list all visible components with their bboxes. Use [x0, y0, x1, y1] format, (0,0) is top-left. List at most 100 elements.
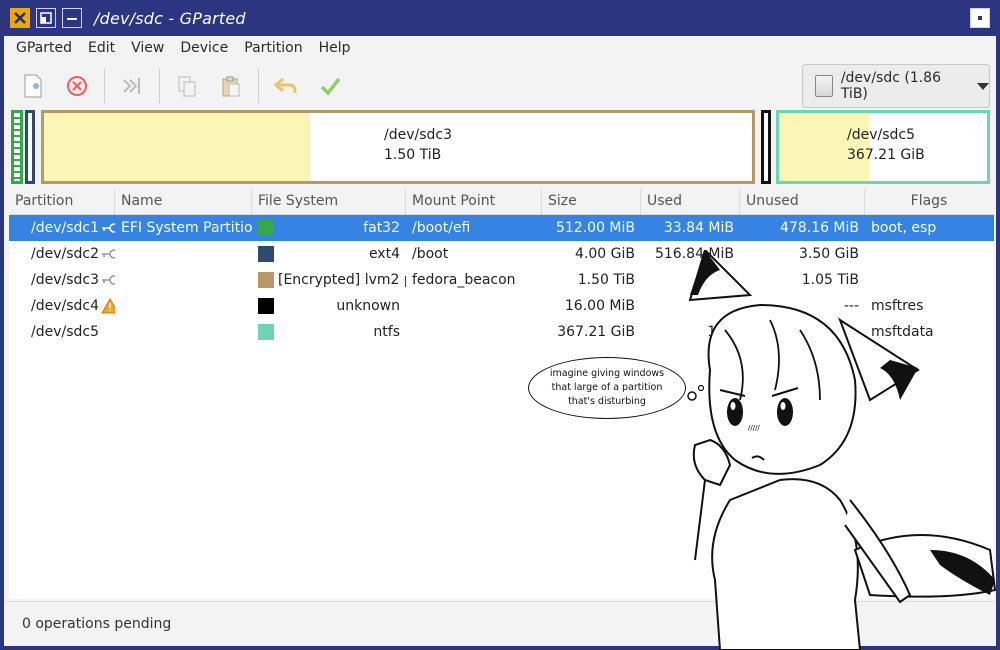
partition-label: /dev/sdc3: [31, 272, 100, 288]
table-header: Partition Name File System Mount Point S…: [9, 189, 994, 215]
column-header-partition[interactable]: Partition: [9, 189, 115, 214]
undo-icon: [273, 77, 297, 93]
toolbar-separator: [258, 69, 259, 103]
resize-move-button[interactable]: [113, 67, 151, 105]
close-button[interactable]: [10, 8, 30, 28]
title-bar: /dev/sdc - GParted: [4, 0, 996, 36]
resize-move-icon: [123, 78, 140, 94]
used-space-fill: [44, 113, 310, 181]
name-cell: EFI System Partition: [121, 220, 252, 236]
segment-name: /dev/sdc5: [847, 127, 916, 143]
window-menu-button[interactable]: [970, 8, 990, 28]
apply-button[interactable]: [311, 67, 349, 105]
column-header-file-system[interactable]: File System: [252, 189, 406, 214]
file-system-color-swatch: [258, 246, 274, 262]
delete-icon: [67, 76, 87, 96]
file-system-label: ntfs: [373, 324, 400, 340]
minimize-icon: [67, 18, 77, 20]
mount-point-cell: /boot/efi: [412, 220, 471, 236]
partition-label: /dev/sdc1: [31, 220, 100, 236]
file-system-cell: ntfs: [252, 319, 406, 345]
device-selector[interactable]: /dev/sdc (1.86 TiB): [802, 64, 990, 108]
menu-gparted[interactable]: GParted: [8, 40, 80, 56]
file-system-color-swatch: [258, 220, 274, 236]
column-header-name[interactable]: Name: [115, 189, 252, 214]
dropdown-arrow-icon: [977, 82, 989, 90]
copy-button[interactable]: [168, 67, 206, 105]
disk-segment-sdc5[interactable]: /dev/sdc5 367.21 GiB: [776, 110, 990, 184]
name-cell: [115, 267, 252, 293]
segment-name: /dev/sdc3: [384, 127, 453, 143]
new-partition-button[interactable]: [14, 67, 52, 105]
warning-icon: [101, 298, 115, 314]
file-system-color-swatch: [258, 298, 274, 314]
menu-partition[interactable]: Partition: [236, 40, 310, 56]
toolbar-separator: [104, 69, 105, 103]
disk-segment-sdc3[interactable]: /dev/sdc3 1.50 TiB: [41, 110, 755, 184]
segment-size: 367.21 GiB: [847, 147, 925, 163]
disk-segment-sdc2[interactable]: [25, 110, 35, 184]
file-system-label: fat32: [363, 220, 400, 236]
partition-cell: /dev/sdc2: [9, 241, 115, 267]
window-title: /dev/sdc - GParted: [94, 8, 246, 28]
file-system-cell: unknown: [252, 293, 406, 319]
file-system-cell: ext4: [252, 241, 406, 267]
menu-bar: GParted Edit View Device Partition Help: [4, 36, 996, 60]
device-selector-label: /dev/sdc (1.86 TiB): [840, 70, 941, 102]
file-system-color-swatch: [258, 272, 274, 288]
partition-label: /dev/sdc4: [31, 298, 100, 314]
paste-icon: [222, 76, 240, 97]
size-cell: 512.00 MiB: [555, 220, 635, 236]
file-system-color-swatch: [258, 324, 274, 340]
file-system-label: [Encrypted] lvm2 pv: [278, 272, 406, 288]
disk-segment-sdc1[interactable]: [11, 110, 23, 184]
toolbar: /dev/sdc (1.86 TiB): [4, 60, 996, 112]
maximize-button[interactable]: [36, 8, 56, 28]
disk-segment-sdc4[interactable]: [761, 110, 771, 184]
delete-partition-button[interactable]: [58, 67, 96, 105]
paste-button[interactable]: [212, 67, 250, 105]
column-header-size[interactable]: Size: [542, 189, 641, 214]
name-cell: [115, 241, 252, 267]
column-header-flags[interactable]: Flags: [865, 189, 993, 214]
flags-cell: boot, esp: [871, 220, 937, 236]
toolbar-separator: [159, 69, 160, 103]
file-system-label: ext4: [368, 246, 400, 262]
menu-view[interactable]: View: [123, 40, 172, 56]
name-cell: [115, 319, 252, 345]
partition-label: /dev/sdc5: [31, 324, 100, 340]
minimize-button[interactable]: [62, 8, 82, 28]
column-header-mount-point[interactable]: Mount Point: [406, 189, 542, 214]
window-menu-icon: [978, 16, 982, 20]
fox-girl-sticker: /////: [687, 250, 997, 650]
key-icon: [101, 222, 115, 234]
copy-icon: [178, 76, 196, 97]
key-icon: [101, 248, 115, 260]
unused-cell: 478.16 MiB: [779, 220, 859, 236]
segment-size: 1.50 TiB: [384, 147, 442, 163]
file-system-label: unknown: [336, 298, 400, 314]
file-system-cell: fat32: [252, 215, 406, 241]
new-document-icon: [24, 74, 42, 98]
close-icon: [14, 12, 26, 24]
menu-device[interactable]: Device: [172, 40, 236, 56]
status-text: 0 operations pending: [22, 616, 172, 632]
disk-graph: /dev/sdc3 1.50 TiB /dev/sdc5 367.21 GiB: [9, 108, 991, 186]
partition-cell: /dev/sdc5: [9, 319, 115, 345]
checkmark-icon: [320, 77, 341, 96]
disk-icon: [815, 75, 833, 97]
name-cell: [115, 293, 252, 319]
partition-cell: /dev/sdc1: [9, 215, 115, 241]
undo-button[interactable]: [267, 67, 305, 105]
blush-marks: /////: [748, 424, 760, 432]
file-system-cell: [Encrypted] lvm2 pv: [252, 267, 406, 293]
partition-cell: /dev/sdc4: [9, 293, 115, 319]
column-header-used[interactable]: Used: [641, 189, 740, 214]
partition-cell: /dev/sdc3: [9, 267, 115, 293]
table-row[interactable]: /dev/sdc1 EFI System Partition fat32/boot/…: [9, 215, 994, 241]
partition-label: /dev/sdc2: [31, 246, 100, 262]
menu-edit[interactable]: Edit: [80, 40, 123, 56]
column-header-unused[interactable]: Unused: [740, 189, 865, 214]
menu-help[interactable]: Help: [311, 40, 359, 56]
key-icon: [101, 274, 115, 286]
